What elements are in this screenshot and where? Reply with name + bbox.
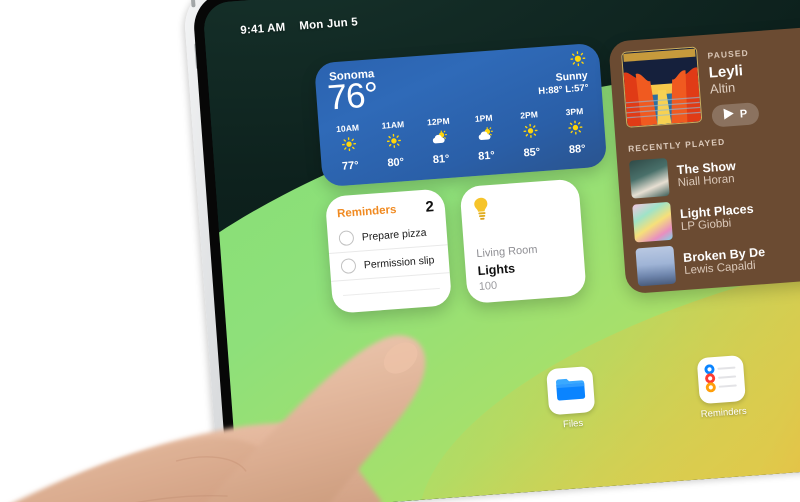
app-files[interactable]: Files: [542, 365, 600, 432]
sun-icon: [523, 123, 538, 143]
reminders-title: Reminders: [336, 203, 397, 220]
weather-hour-label: 11AM: [381, 119, 405, 131]
reminders-widget[interactable]: Reminders 2 Prepare pizza Permission sli…: [324, 188, 453, 314]
home-accessory-value: 100: [478, 279, 498, 294]
home-lights-widget[interactable]: Living Room Lights 100: [459, 178, 587, 304]
reminder-label: Permission slip: [363, 253, 435, 271]
weather-hour-temp: 85°: [523, 146, 541, 160]
sun-behind-cloud-icon: [431, 130, 449, 150]
ipad-device: 9:41 AM Mon Jun 5 Sonoma 76° Sunny H:88°…: [182, 0, 800, 502]
recently-played-text: Broken By De Lewis Capaldi: [683, 245, 767, 277]
weather-condition-block: Sunny H:88° L:57°: [537, 70, 589, 99]
reminders-count: 2: [424, 198, 435, 216]
sun-icon: [570, 51, 586, 72]
sun-icon: [387, 133, 402, 153]
play-button-label: P: [739, 107, 748, 121]
music-now-playing: PAUSED Leyli Altin P: [608, 26, 800, 134]
music-track-info: PAUSED Leyli Altin P: [707, 38, 800, 128]
album-art-thumbnail: [632, 201, 673, 243]
screenshot-stage: 9:41 AM Mon Jun 5 Sonoma 76° Sunny H:88°…: [0, 0, 800, 502]
album-art-thumbnail: [635, 245, 677, 287]
weather-hour-label: 1PM: [474, 112, 493, 124]
app-icon-tile[interactable]: [546, 365, 596, 416]
weather-hour-cell: 3PM 88°: [554, 105, 597, 157]
recently-played-text: Light Places LP Giobbi: [680, 202, 755, 233]
sun-icon: [341, 137, 356, 157]
home-room-name: Living Room: [475, 243, 538, 261]
lightbulb-icon: [472, 196, 491, 226]
weather-hour-label: 2PM: [519, 109, 539, 121]
album-art-now-playing: [621, 46, 703, 128]
weather-hour-label: 3PM: [565, 105, 584, 118]
sun-icon: [568, 120, 583, 140]
home-accessory-name: Lights: [477, 261, 516, 279]
checkbox-circle-icon[interactable]: [338, 230, 355, 247]
ipad-screen: 9:41 AM Mon Jun 5 Sonoma 76° Sunny H:88°…: [202, 0, 800, 502]
weather-hour-temp: 80°: [387, 156, 405, 170]
weather-hour-cell: 12PM 81°: [418, 115, 461, 167]
weather-hour-label: 12PM: [426, 115, 451, 128]
app-reminders[interactable]: Reminders: [693, 354, 751, 421]
weather-high-low: H:88° L:57°: [537, 82, 589, 98]
weather-hour-cell: 11AM 80°: [373, 118, 416, 170]
weather-hour-cell: 2PM 85°: [509, 108, 552, 160]
recently-played-text: The Show Niall Horan: [676, 159, 737, 189]
album-art-thumbnail: [628, 157, 670, 199]
play-button[interactable]: P: [711, 102, 761, 128]
weather-hour-temp: 77°: [341, 159, 360, 173]
reminder-label: Prepare pizza: [361, 226, 427, 243]
folder-icon: [554, 374, 588, 407]
weather-widget[interactable]: Sonoma 76° Sunny H:88° L:57° 10AM 77° 11…: [314, 42, 608, 188]
music-widget[interactable]: PAUSED Leyli Altin P RECENTLY PLAYED The…: [608, 26, 800, 295]
weather-hour-temp: 81°: [477, 149, 496, 163]
sun-behind-cloud-icon: [476, 127, 494, 147]
checkbox-circle-icon[interactable]: [340, 258, 357, 275]
weather-hour-temp: 88°: [568, 142, 587, 157]
play-icon: [723, 108, 734, 123]
weather-hour-cell: 10AM 77°: [327, 122, 370, 174]
reminders-list-icon: [703, 362, 739, 397]
weather-hour-temp: 81°: [432, 152, 450, 167]
app-icon-tile[interactable]: [696, 354, 746, 405]
weather-temperature: 76°: [326, 75, 379, 118]
weather-hour-label: 10AM: [335, 122, 360, 135]
weather-hour-cell: 1PM 81°: [463, 112, 506, 164]
